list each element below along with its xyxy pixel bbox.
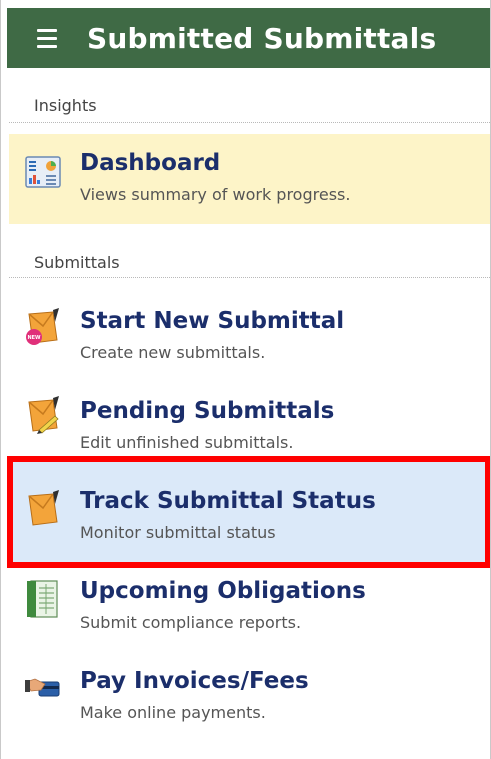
menu-item-description: Create new submittals. (80, 343, 266, 362)
menu-item-description: Monitor submittal status (80, 523, 276, 542)
menu-item-title: Start New Submittal (80, 308, 345, 334)
section-label-insights: Insights (34, 96, 97, 115)
menu-item-upcoming-obligations[interactable]: Upcoming Obligations Submit compliance r… (9, 570, 490, 646)
pending-envelope-icon (28, 396, 59, 434)
section-divider (9, 122, 490, 123)
section-label-submittals: Submittals (34, 253, 120, 272)
menu-item-start-new-submittal[interactable]: NEW Start New Submittal Create new submi… (9, 290, 490, 376)
header-bar: Submitted Submittals (7, 8, 490, 68)
dashboard-icon (25, 156, 61, 188)
svg-text:NEW: NEW (27, 335, 41, 341)
menu-item-dashboard[interactable]: Dashboard Views summary of work progress… (9, 134, 490, 224)
page-title: Submitted Submittals (87, 21, 437, 55)
menu-item-pending-submittals[interactable]: Pending Submittals Edit unfinished submi… (9, 380, 490, 456)
menu-item-title: Track Submittal Status (80, 488, 376, 514)
menu-item-description: Submit compliance reports. (80, 613, 302, 632)
menu-item-track-submittal-status[interactable]: Track Submittal Status Monitor submittal… (9, 462, 490, 562)
menu-item-title: Pay Invoices/Fees (80, 668, 309, 694)
track-envelope-icon (28, 490, 59, 526)
menu-item-title: Upcoming Obligations (80, 578, 366, 604)
menu-item-pay-invoices-fees[interactable]: Pay Invoices/Fees Make online payments. (9, 660, 490, 736)
menu-item-description: Views summary of work progress. (80, 185, 351, 204)
new-envelope-icon: NEW (26, 308, 59, 345)
menu-item-title: Dashboard (80, 150, 221, 176)
section-divider (9, 277, 490, 278)
hamburger-menu-icon[interactable] (37, 23, 67, 53)
menu-item-title: Pending Submittals (80, 398, 335, 424)
ledger-icon (27, 580, 58, 618)
sidebar-panel: Submitted Submittals Insights Dashboard … (0, 0, 491, 759)
payment-card-icon (25, 678, 60, 697)
menu-item-description: Edit unfinished submittals. (80, 433, 294, 452)
menu-item-description: Make online payments. (80, 703, 266, 722)
